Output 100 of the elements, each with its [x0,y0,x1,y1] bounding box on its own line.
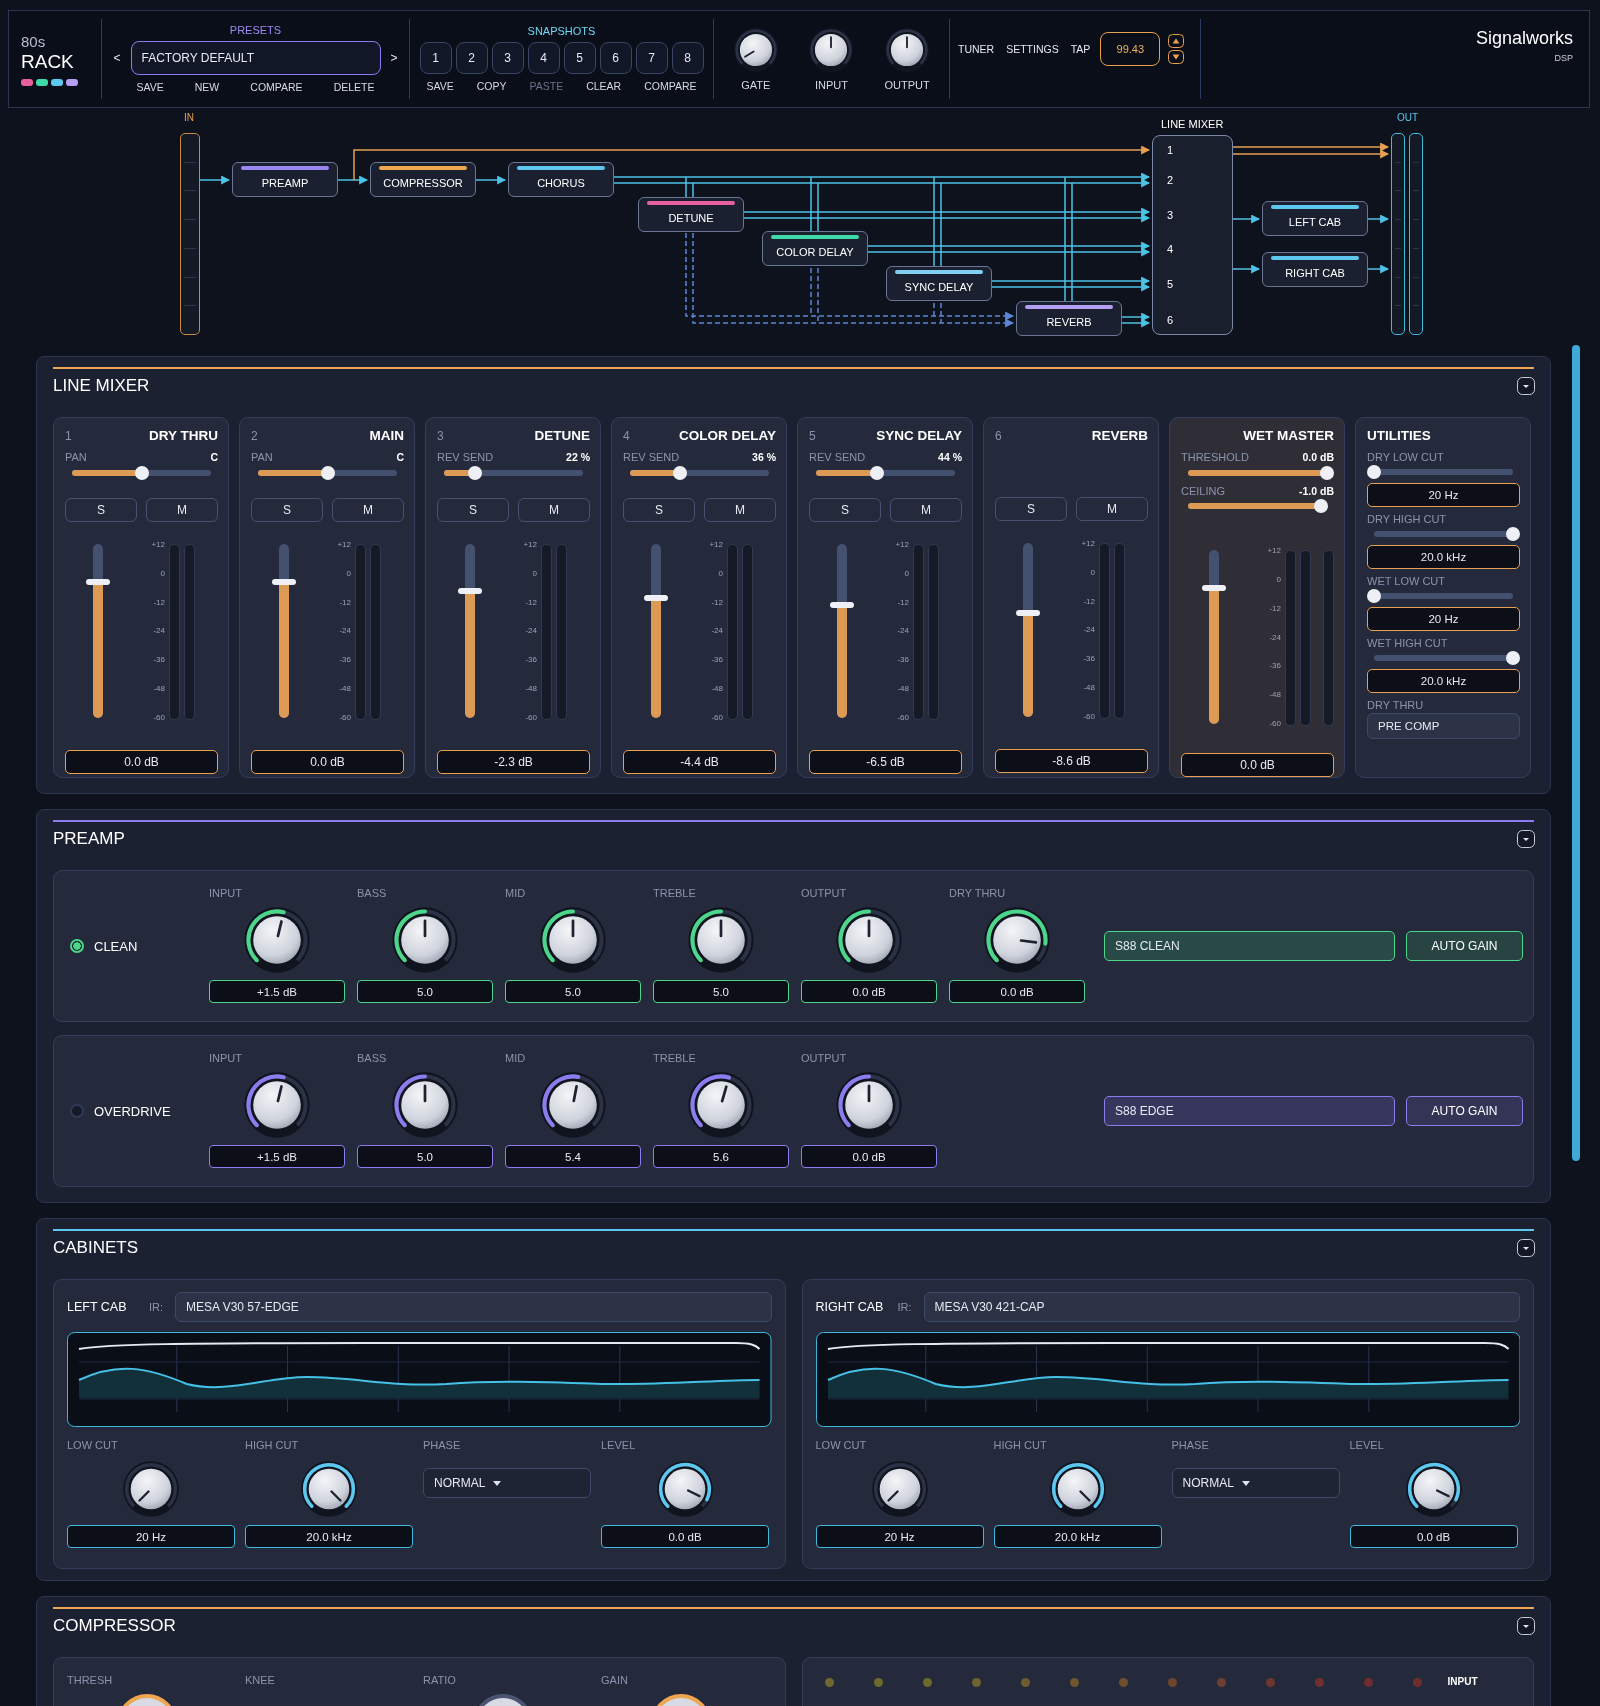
fader-handle[interactable] [458,588,482,594]
solo-button[interactable]: S [995,497,1067,521]
fader-handle[interactable] [272,579,296,586]
next-preset-button[interactable]: > [388,50,400,65]
slider-thumb[interactable] [1367,589,1381,603]
collapse-button[interactable] [1517,376,1535,395]
slider-thumb[interactable] [870,466,885,480]
solo-button[interactable]: S [65,498,137,522]
knob-value[interactable]: +1.5 dB [209,980,345,1003]
knob-value[interactable]: 0.0 dB [801,980,937,1003]
knob-value[interactable]: 20 Hz [815,1525,984,1548]
slider-thumb[interactable] [1506,527,1520,541]
knob-value[interactable]: 20 Hz [67,1525,235,1548]
phase-dropdown[interactable]: NORMAL [423,1468,591,1498]
effect-node[interactable]: LEFT CAB [1262,201,1368,236]
volume-fader[interactable] [1202,550,1226,725]
slider-thumb[interactable] [1320,465,1334,480]
knob[interactable] [539,906,607,974]
amp-model-field[interactable]: S88 EDGE [1104,1096,1395,1126]
slider-thumb[interactable] [320,466,335,480]
snapshot-slot-button[interactable]: 4 [527,41,560,74]
slider-thumb[interactable] [1367,465,1381,479]
slider-thumb[interactable] [134,466,149,480]
snapshot-slot-button[interactable]: 5 [563,41,596,74]
knob[interactable] [391,1071,459,1139]
knob-value[interactable]: 5.0 [505,980,641,1003]
knob[interactable] [808,27,855,73]
auto-gain-button[interactable]: AUTO GAIN [1406,931,1523,961]
snapshot-action-button[interactable]: COMPARE [644,77,697,94]
knob-value[interactable]: 0.0 dB [949,980,1085,1003]
slider-thumb[interactable] [467,466,482,480]
filter-value[interactable]: 20 Hz [1367,483,1520,507]
decrement-icon[interactable] [1168,50,1185,64]
effect-node[interactable]: REVERB [1016,301,1122,336]
snapshot-slot-button[interactable]: 7 [635,41,668,74]
gain-value[interactable]: 0.0 dB [65,750,218,774]
effect-node[interactable]: COMPRESSOR [370,162,476,197]
mute-button[interactable]: M [890,498,962,522]
knob[interactable] [539,1071,607,1139]
fader-handle[interactable] [830,601,854,608]
knob-value[interactable]: 0.0 dB [601,1525,769,1548]
effect-node[interactable]: RIGHT CAB [1262,252,1368,287]
knob[interactable] [870,1460,929,1518]
slider-thumb[interactable] [1314,499,1329,514]
snapshot-action-button[interactable]: COPY [476,77,507,94]
slider-thumb[interactable] [1506,651,1520,665]
knob[interactable] [391,906,459,974]
ir-field[interactable]: MESA V30 421-CAP [923,1292,1520,1322]
knob[interactable] [656,1460,714,1518]
effect-node[interactable]: SYNC DELAY [886,266,992,301]
preset-action-button[interactable]: NEW [194,78,220,95]
line-mixer-node[interactable]: 1 2 3 4 5 6 [1152,135,1233,335]
preset-action-button[interactable]: DELETE [333,78,375,95]
scrollbar-thumb[interactable] [1572,345,1580,1161]
slider-thumb[interactable] [673,466,688,480]
preset-field[interactable]: FACTORY DEFAULT [130,40,381,75]
snapshot-slot-button[interactable]: 2 [455,41,488,74]
preset-action-button[interactable]: COMPARE [250,78,303,95]
knob[interactable] [243,906,311,974]
volume-fader[interactable] [830,544,854,718]
knob-value[interactable]: 5.4 [505,1145,641,1168]
knob-value[interactable]: +1.5 dB [209,1145,345,1168]
knob[interactable] [687,1071,755,1139]
auto-gain-button[interactable]: AUTO GAIN [1406,1096,1523,1126]
mute-button[interactable]: M [332,498,404,522]
knob[interactable] [1048,1460,1107,1518]
previous-preset-button[interactable]: < [111,50,123,65]
knob[interactable] [300,1460,358,1518]
mute-button[interactable]: M [146,498,218,522]
solo-button[interactable]: S [251,498,323,522]
knob[interactable] [983,906,1051,974]
knob-value[interactable]: 5.6 [653,1145,789,1168]
snapshot-slot-button[interactable]: 6 [599,41,632,74]
solo-button[interactable]: S [623,498,695,522]
snapshot-action-button[interactable]: CLEAR [586,77,622,94]
knob-value[interactable]: 0.0 dB [801,1145,937,1168]
header-link[interactable]: TAP [1070,43,1091,55]
snapshot-slot-button[interactable]: 3 [491,41,524,74]
amp-model-field[interactable]: S88 CLEAN [1104,931,1395,961]
solo-button[interactable]: S [809,498,881,522]
tempo-field[interactable]: 99.43 [1100,32,1161,66]
knob-value[interactable]: 5.0 [357,1145,493,1168]
fader-handle[interactable] [86,579,110,586]
increment-icon[interactable] [1168,34,1185,48]
filter-value[interactable]: 20 Hz [1367,607,1520,631]
effect-node[interactable]: COLOR DELAY [762,231,868,266]
knob[interactable] [1404,1460,1463,1518]
volume-fader[interactable] [458,544,482,718]
mute-button[interactable]: M [1076,497,1148,521]
mute-button[interactable]: M [518,498,590,522]
phase-dropdown[interactable]: NORMAL [1171,1468,1340,1498]
header-link[interactable]: TUNER [958,43,995,55]
channel-radio[interactable] [70,939,84,953]
effect-node[interactable]: CHORUS [508,162,614,197]
channel-radio[interactable] [70,1104,84,1118]
gain-value[interactable]: -4.4 dB [623,750,776,774]
filter-value[interactable]: 20.0 kHz [1367,669,1520,693]
volume-fader[interactable] [86,544,110,718]
collapse-button[interactable] [1517,829,1535,848]
volume-fader[interactable] [1016,543,1040,717]
